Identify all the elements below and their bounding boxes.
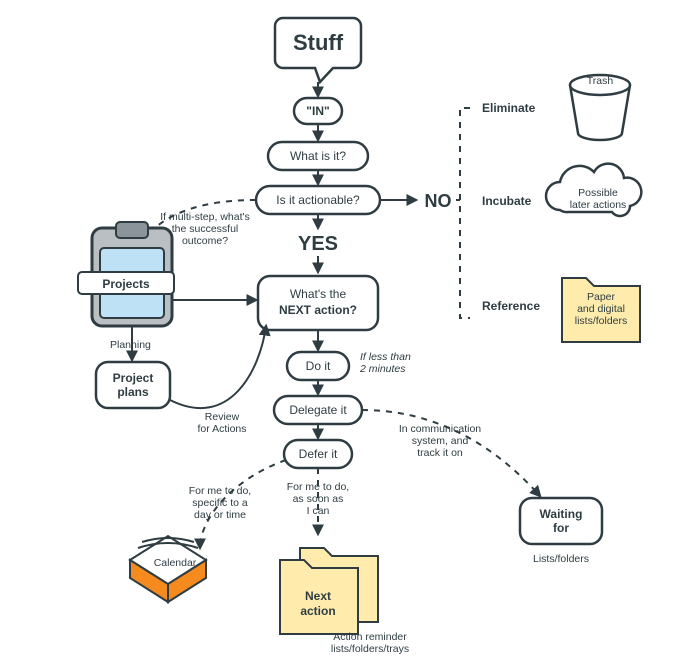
no-bracket <box>460 108 470 318</box>
svg-text:For me to do,: For me to do, <box>189 485 251 497</box>
svg-text:What's the: What's the <box>290 287 347 301</box>
icon-clipboard-projects: Projects <box>78 222 174 326</box>
node-doit: Do it <box>287 352 349 380</box>
label-eliminate: Eliminate <box>482 101 536 115</box>
svg-text:Project: Project <box>113 371 154 385</box>
node-plans: Project plans <box>96 362 170 408</box>
svg-text:the successful: the successful <box>172 223 239 235</box>
node-waiting: Waiting for <box>520 498 602 544</box>
icon-cloud-later: Possible later actions <box>546 164 641 216</box>
svg-text:I can: I can <box>307 505 330 517</box>
svg-text:Review: Review <box>205 411 240 423</box>
label-trash: Trash <box>587 75 614 87</box>
gtd-diagram: Stuff "IN" What is it? Is it actionable?… <box>0 0 700 663</box>
svg-text:What is it?: What is it? <box>290 149 346 163</box>
svg-text:for Actions: for Actions <box>197 423 246 435</box>
caption-waiting: Lists/folders <box>533 553 589 565</box>
svg-text:Stuff: Stuff <box>293 30 344 55</box>
svg-text:Delegate it: Delegate it <box>289 403 347 417</box>
icon-folder-nextaction: Next action <box>280 548 378 634</box>
label-reference: Reference <box>482 299 540 313</box>
caption-nextaction: Action reminder <box>333 631 407 643</box>
svg-text:Next: Next <box>305 589 331 603</box>
svg-text:For me to do,: For me to do, <box>287 481 349 493</box>
svg-text:In communication: In communication <box>399 423 481 435</box>
svg-text:outcome?: outcome? <box>182 235 228 247</box>
svg-text:Is it actionable?: Is it actionable? <box>276 193 360 207</box>
svg-text:Defer it: Defer it <box>299 447 338 461</box>
node-next-action: What's the NEXT action? <box>258 276 378 330</box>
icon-calendar <box>130 536 206 602</box>
svg-text:later actions: later actions <box>570 199 627 211</box>
svg-text:"IN": "IN" <box>306 104 329 118</box>
node-in: "IN" <box>294 98 342 124</box>
label-planning: Planning <box>110 339 151 351</box>
edge-plans-next <box>170 326 266 408</box>
svg-text:lists/folders: lists/folders <box>575 315 628 327</box>
node-what: What is it? <box>268 142 368 170</box>
label-incubate: Incubate <box>482 194 532 208</box>
label-yes: YES <box>298 233 338 255</box>
node-defer: Defer it <box>284 440 352 468</box>
svg-text:If multi-step, what's: If multi-step, what's <box>160 211 250 223</box>
svg-text:day or time: day or time <box>194 509 246 521</box>
svg-text:action: action <box>300 604 335 618</box>
svg-text:Possible: Possible <box>578 187 618 199</box>
svg-text:2 minutes: 2 minutes <box>359 363 406 375</box>
node-delegate: Delegate it <box>274 396 362 424</box>
label-calendar: Calendar <box>154 557 197 569</box>
svg-text:NEXT action?: NEXT action? <box>279 303 357 317</box>
svg-text:Waiting: Waiting <box>540 507 583 521</box>
svg-text:track it on: track it on <box>417 447 463 459</box>
node-stuff: Stuff <box>275 18 361 82</box>
svg-text:Paper: Paper <box>587 291 616 303</box>
note-2min: If less than <box>360 351 411 363</box>
svg-text:as soon as: as soon as <box>293 493 344 505</box>
svg-text:and digital: and digital <box>577 303 625 315</box>
node-actionable: Is it actionable? <box>256 186 380 214</box>
svg-text:Do it: Do it <box>306 359 331 373</box>
label-no: NO <box>425 191 452 211</box>
svg-text:for: for <box>553 521 569 535</box>
svg-text:system, and: system, and <box>412 435 469 447</box>
svg-text:lists/folders/trays: lists/folders/trays <box>331 643 409 655</box>
icon-folder-reference: Paper and digital lists/folders <box>562 278 640 342</box>
svg-text:Projects: Projects <box>102 277 150 291</box>
svg-text:plans: plans <box>117 385 149 399</box>
svg-text:specific to a: specific to a <box>192 497 248 509</box>
